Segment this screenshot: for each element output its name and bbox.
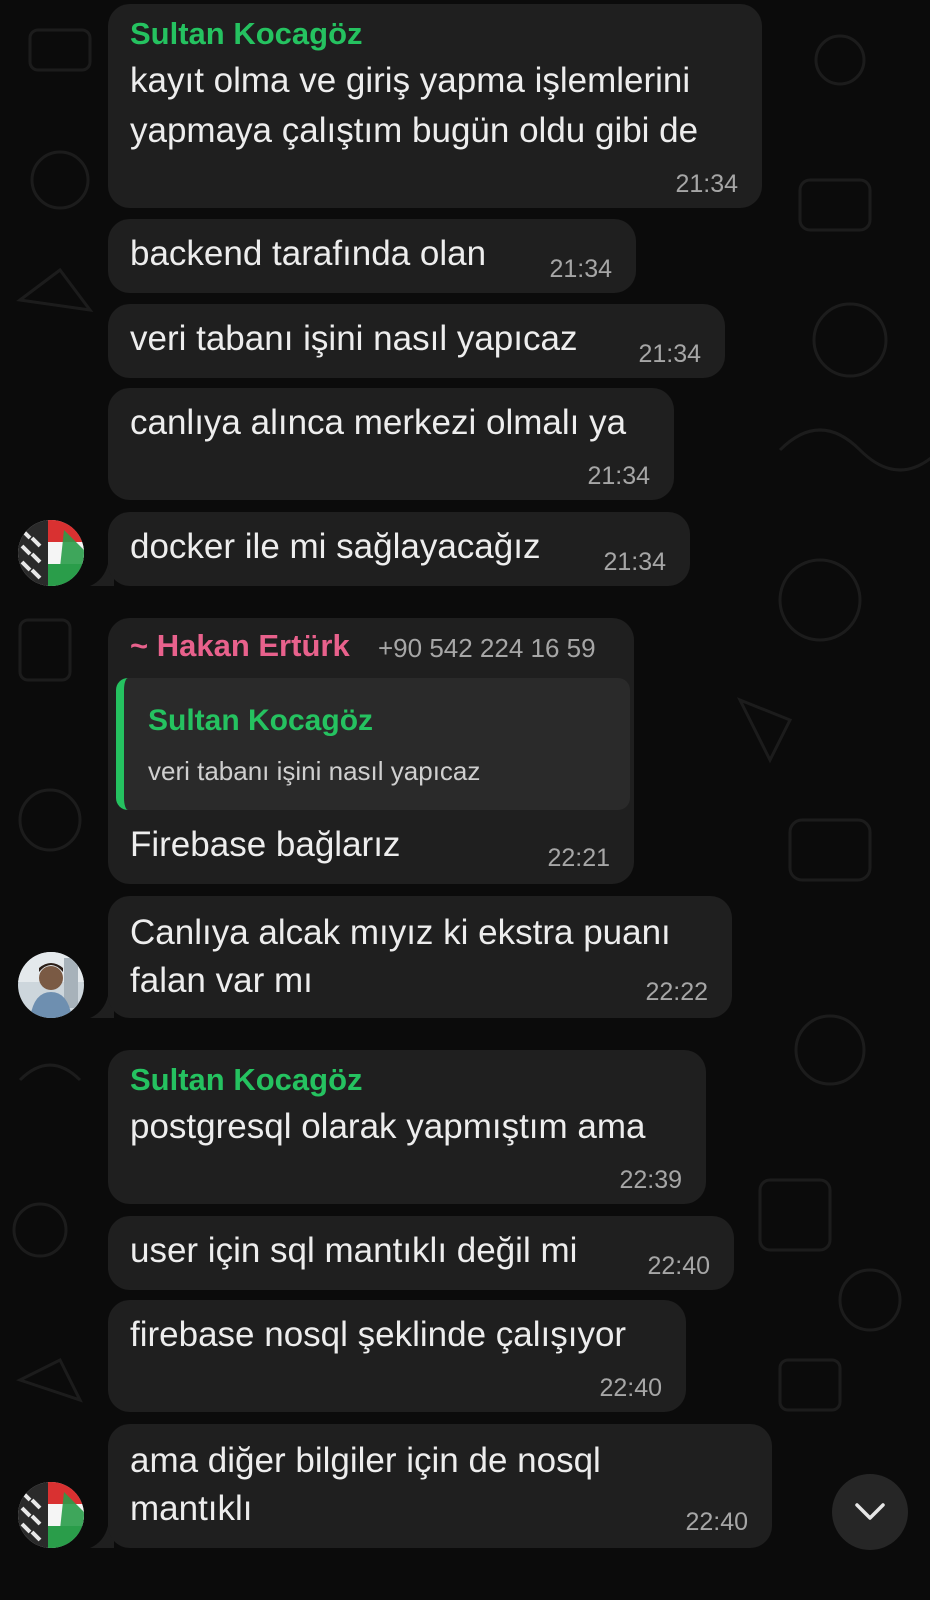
sender-name[interactable]: ~ Hakan Ertürk (130, 628, 350, 664)
message-bubble[interactable]: user için sql mantıklı değil mi 22:40 (108, 1216, 734, 1290)
message-time: 21:34 (675, 170, 738, 198)
message-text: ama diğer bilgiler için de nosql (130, 1441, 601, 1480)
message-text: backend tarafında olan (130, 234, 487, 273)
avatar[interactable] (18, 1482, 84, 1548)
sender-name[interactable]: Sultan Kocagöz (130, 1062, 363, 1098)
message-time: 22:39 (619, 1166, 682, 1194)
quoted-message[interactable]: Sultan Kocagöz veri tabanı işini nasıl y… (116, 678, 630, 810)
message-text: veri tabanı işini nasıl yapıcaz (130, 319, 578, 358)
message-text: postgresql olarak yapmıştım ama (130, 1107, 646, 1146)
message-time: 22:22 (645, 978, 708, 1006)
message-bubble[interactable]: firebase nosql şeklinde çalışıyor 22:40 (108, 1300, 686, 1412)
message-bubble[interactable]: backend tarafında olan 21:34 (108, 219, 636, 293)
message-text: yapmaya çalıştım bugün oldu gibi de (130, 111, 699, 150)
chevron-down-icon (855, 1503, 885, 1520)
scroll-to-bottom-button[interactable] (832, 1474, 908, 1550)
message-bubble[interactable]: docker ile mi sağlayacağız 21:34 (108, 512, 690, 586)
message-text: Firebase bağlarız (130, 825, 401, 864)
quoted-text: veri tabanı işini nasıl yapıcaz (148, 756, 481, 786)
message-text: falan var mı (130, 961, 313, 1000)
message-time: 22:21 (547, 844, 610, 872)
message-time: 21:34 (549, 255, 612, 283)
message-text: Canlıya alcak mıyız ki ekstra puanı (130, 913, 671, 952)
sender-phone[interactable]: +90 542 224 16 59 (378, 633, 596, 664)
message-bubble[interactable]: ama diğer bilgiler için de nosql mantıkl… (108, 1424, 772, 1548)
avatar[interactable] (18, 952, 84, 1018)
message-time: 21:34 (638, 340, 701, 368)
avatar[interactable] (18, 520, 84, 586)
message-bubble[interactable]: veri tabanı işini nasıl yapıcaz 21:34 (108, 304, 725, 378)
message-bubble[interactable]: Sultan Kocagöz postgresql olarak yapmışt… (108, 1050, 706, 1204)
message-time: 22:40 (599, 1374, 662, 1402)
quoted-sender: Sultan Kocagöz (148, 704, 374, 737)
message-time: 21:34 (587, 462, 650, 490)
message-text: mantıklı (130, 1489, 253, 1528)
message-text: firebase nosql şeklinde çalışıyor (130, 1315, 627, 1354)
message-text: user için sql mantıklı değil mi (130, 1231, 578, 1270)
message-time: 21:34 (603, 548, 666, 576)
message-bubble[interactable]: ~ Hakan Ertürk +90 542 224 16 59 Sultan … (108, 618, 634, 884)
sender-name[interactable]: Sultan Kocagöz (130, 16, 363, 52)
message-text: kayıt olma ve giriş yapma işlemlerini (130, 61, 691, 100)
message-bubble[interactable]: Sultan Kocagöz kayıt olma ve giriş yapma… (108, 4, 762, 208)
message-text: canlıya alınca merkezi olmalı ya (130, 403, 627, 442)
message-text: docker ile mi sağlayacağız (130, 527, 541, 566)
message-bubble[interactable]: canlıya alınca merkezi olmalı ya 21:34 (108, 388, 674, 500)
message-time: 22:40 (685, 1508, 748, 1536)
message-bubble[interactable]: Canlıya alcak mıyız ki ekstra puanı fala… (108, 896, 732, 1018)
message-time: 22:40 (647, 1252, 710, 1280)
